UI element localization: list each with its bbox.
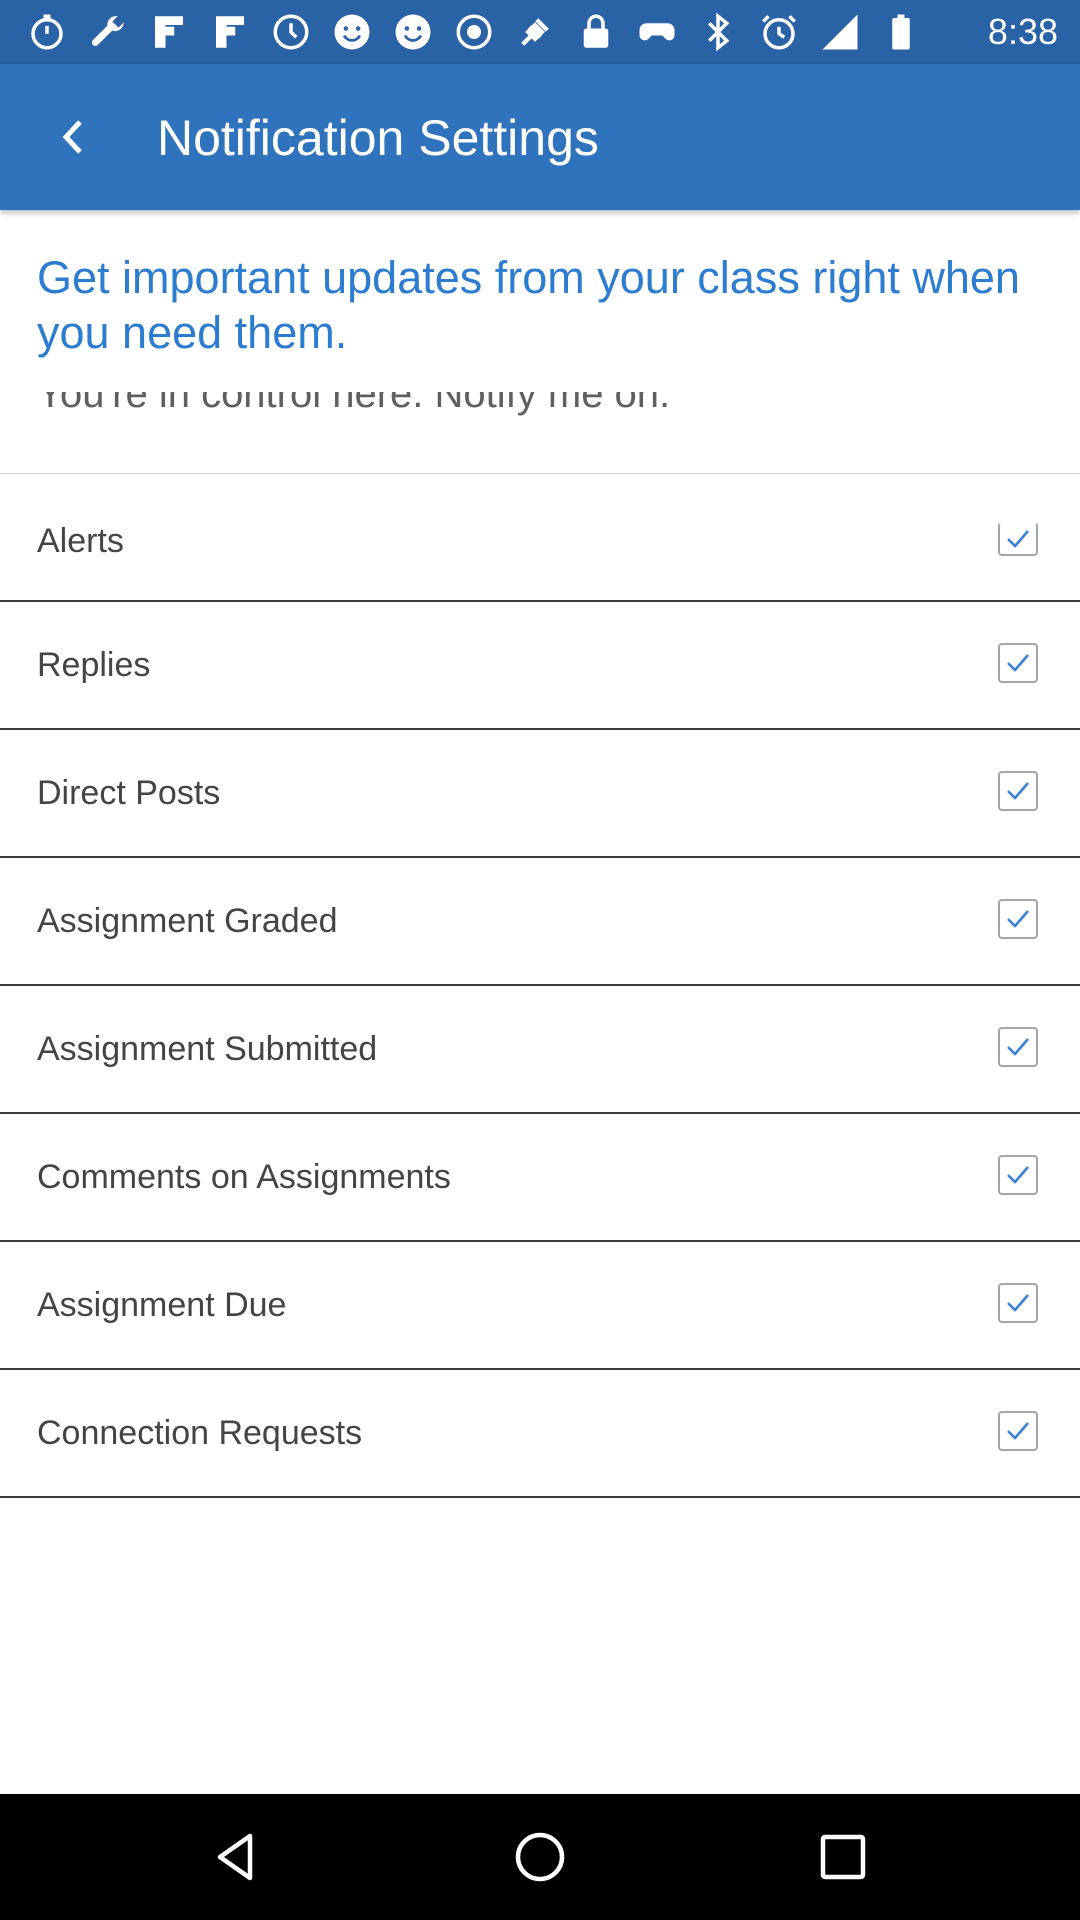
home-circle-icon — [515, 1832, 565, 1882]
smiley-icon — [392, 11, 434, 53]
record-icon — [453, 11, 495, 53]
status-bar: 8:38 — [0, 0, 1080, 64]
intro-headline: Get important updates from your class ri… — [37, 252, 1020, 358]
checkmark-icon — [1007, 1294, 1029, 1312]
setting-label: Assignment Due — [37, 1286, 287, 1324]
setting-label: Assignment Submitted — [37, 1030, 378, 1068]
direct-posts-checkbox[interactable] — [998, 771, 1038, 811]
nav-recents-button[interactable] — [808, 1822, 878, 1892]
setting-label: Alerts — [37, 522, 124, 560]
notification-settings-list: Alerts Replies Direct Posts Assignment G… — [0, 473, 1080, 1498]
smiley-icon — [331, 11, 373, 53]
nav-back-button[interactable] — [200, 1822, 270, 1892]
fake-gps-icon — [514, 11, 556, 53]
checkmark-icon — [1007, 654, 1029, 672]
checkmark-icon — [1007, 1038, 1029, 1056]
setting-label: Comments on Assignments — [37, 1158, 451, 1196]
setting-row-comments-on-assignments[interactable]: Comments on Assignments — [0, 1114, 1080, 1242]
setting-label: Replies — [37, 646, 151, 684]
checkmark-icon — [1007, 782, 1029, 800]
status-time: 8:38 — [987, 11, 1058, 52]
back-arrow-icon — [62, 120, 82, 154]
assignment-submitted-checkbox[interactable] — [998, 1027, 1038, 1067]
checkmark-icon — [1007, 1422, 1029, 1440]
assignment-due-checkbox[interactable] — [998, 1283, 1038, 1323]
cellular-signal-icon — [819, 11, 861, 53]
system-nav-bar — [0, 1794, 1080, 1920]
back-triangle-icon — [217, 1833, 253, 1881]
intro-subtext-label: You're in control here. Notify me on: — [37, 392, 671, 416]
replies-checkbox[interactable] — [998, 643, 1038, 683]
flipboard-icon — [148, 11, 190, 53]
back-button[interactable] — [40, 104, 106, 170]
setting-row-direct-posts[interactable]: Direct Posts — [0, 730, 1080, 858]
wrench-icon — [87, 11, 129, 53]
battery-icon — [880, 11, 922, 53]
connection-requests-checkbox[interactable] — [998, 1411, 1038, 1451]
gamepad-icon — [636, 11, 678, 53]
recents-square-icon — [820, 1834, 866, 1880]
bluetooth-icon — [697, 11, 739, 53]
checkmark-icon — [1007, 910, 1029, 928]
setting-label: Direct Posts — [37, 774, 221, 812]
setting-row-assignment-graded[interactable]: Assignment Graded — [0, 858, 1080, 986]
setting-row-connection-requests[interactable]: Connection Requests — [0, 1370, 1080, 1498]
alarm-icon — [758, 11, 800, 53]
assignment-graded-checkbox[interactable] — [998, 899, 1038, 939]
clock-icon — [270, 11, 312, 53]
app-bar: Notification Settings — [0, 64, 1080, 210]
page-title: Notification Settings — [157, 110, 599, 166]
intro-subtext: You're in control here. Notify me on: — [37, 392, 1037, 432]
alerts-checkbox[interactable] — [998, 522, 1038, 556]
comments-on-assignments-checkbox[interactable] — [998, 1155, 1038, 1195]
setting-label: Assignment Graded — [37, 902, 338, 940]
flipboard-icon — [209, 11, 251, 53]
setting-row-assignment-submitted[interactable]: Assignment Submitted — [0, 986, 1080, 1114]
status-icons — [26, 10, 922, 54]
setting-row-replies[interactable]: Replies — [0, 602, 1080, 730]
checkmark-icon — [1007, 530, 1029, 548]
checkmark-icon — [1007, 1166, 1029, 1184]
lock-icon — [575, 11, 617, 53]
nav-home-button[interactable] — [505, 1822, 575, 1892]
setting-row-alerts[interactable]: Alerts — [0, 474, 1080, 602]
stopwatch-icon — [26, 11, 68, 53]
setting-row-assignment-due[interactable]: Assignment Due — [0, 1242, 1080, 1370]
setting-label: Connection Requests — [37, 1414, 363, 1452]
